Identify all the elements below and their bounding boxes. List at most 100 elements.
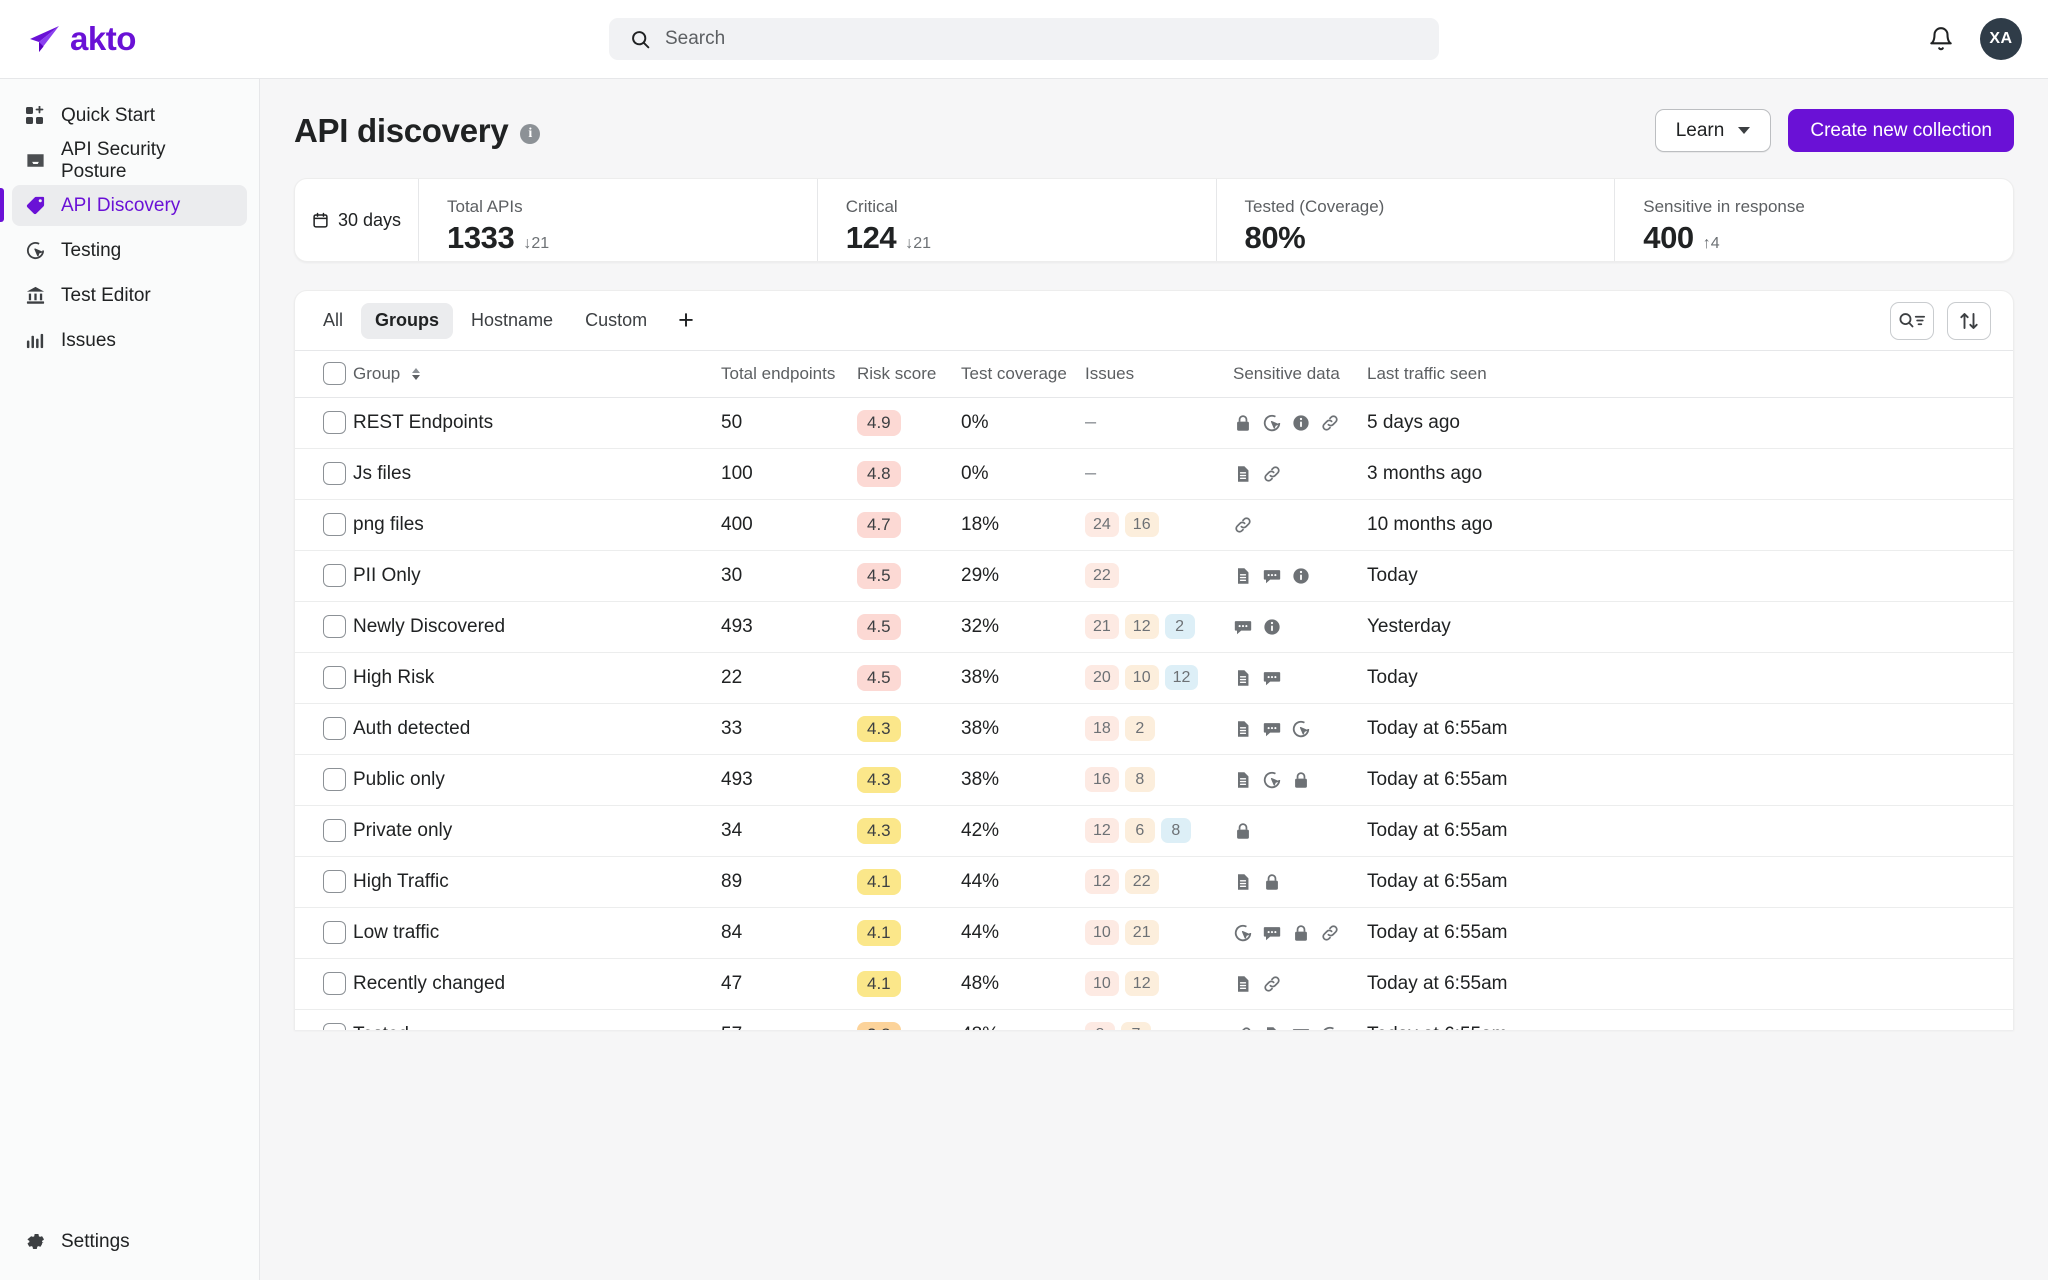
issue-badge[interactable]: 10 (1085, 971, 1119, 996)
info-icon[interactable] (1291, 413, 1311, 433)
document-icon[interactable] (1233, 668, 1253, 688)
comment-icon[interactable] (1291, 1025, 1311, 1030)
target-cursor-icon[interactable] (1262, 413, 1282, 433)
target-cursor-icon[interactable] (1233, 923, 1253, 943)
issue-badge[interactable]: 8 (1085, 1022, 1115, 1030)
comment-icon[interactable] (1262, 719, 1282, 739)
cell-group[interactable]: High Risk (353, 652, 721, 704)
issue-badge[interactable]: 21 (1085, 614, 1119, 639)
cell-group[interactable]: Private only (353, 805, 721, 857)
column-header-test-coverage[interactable]: Test coverage (961, 351, 1085, 398)
create-new-collection-button[interactable]: Create new collection (1788, 109, 2014, 152)
learn-button[interactable]: Learn (1654, 109, 1772, 152)
link-icon[interactable] (1233, 515, 1253, 535)
tab-all[interactable]: All (309, 303, 357, 339)
cell-group[interactable]: Low traffic (353, 907, 721, 959)
row-checkbox[interactable] (323, 717, 346, 740)
comment-icon[interactable] (1262, 566, 1282, 586)
lock-icon[interactable] (1291, 923, 1311, 943)
comment-icon[interactable] (1262, 923, 1282, 943)
cell-group[interactable]: Newly Discovered (353, 601, 721, 653)
table-row[interactable]: png files 400 4.7 18% 24 16 10 months ago (295, 499, 2013, 551)
comment-icon[interactable] (1233, 617, 1253, 637)
document-icon[interactable] (1233, 770, 1253, 790)
issue-badge[interactable]: 10 (1085, 920, 1119, 945)
issue-badge[interactable]: 12 (1085, 869, 1119, 894)
issue-badge[interactable]: 24 (1085, 512, 1119, 537)
info-icon[interactable] (1291, 566, 1311, 586)
row-checkbox[interactable] (323, 513, 346, 536)
lock-icon[interactable] (1262, 872, 1282, 892)
document-icon[interactable] (1233, 566, 1253, 586)
add-tab-button[interactable]: + (665, 307, 707, 334)
target-cursor-icon[interactable] (1291, 719, 1311, 739)
link-icon[interactable] (1233, 1025, 1253, 1030)
row-checkbox[interactable] (323, 921, 346, 944)
issue-badge[interactable]: 12 (1164, 665, 1199, 690)
row-checkbox[interactable] (323, 411, 346, 434)
sidebar-item-test-editor[interactable]: Test Editor (12, 275, 247, 316)
info-icon[interactable] (1262, 617, 1282, 637)
issue-badge[interactable]: 22 (1124, 869, 1159, 894)
sidebar-item-issues[interactable]: Issues (12, 320, 247, 361)
search-filter-button[interactable] (1890, 301, 1934, 340)
column-header-sensitive-data[interactable]: Sensitive data (1233, 351, 1367, 398)
cell-group[interactable]: Public only (353, 754, 721, 806)
link-icon[interactable] (1262, 464, 1282, 484)
issue-badge[interactable]: 8 (1160, 818, 1191, 843)
target-cursor-icon[interactable] (1320, 1025, 1340, 1030)
sidebar-item-api-discovery[interactable]: API Discovery (0, 185, 247, 226)
column-header-issues[interactable]: Issues (1085, 351, 1233, 398)
lock-icon[interactable] (1233, 821, 1253, 841)
document-icon[interactable] (1233, 872, 1253, 892)
search-input[interactable]: Search (609, 18, 1439, 60)
cell-group[interactable]: REST Endpoints (353, 397, 721, 449)
document-icon[interactable] (1233, 719, 1253, 739)
select-all-checkbox[interactable] (323, 362, 346, 386)
table-row[interactable]: Auth detected 33 4.3 38% 18 2 Today at 6:55am (295, 703, 2013, 755)
table-row[interactable]: Tested573.8 48%87 Today at 6:55am (295, 1009, 2013, 1030)
target-cursor-icon[interactable] (1262, 770, 1282, 790)
issue-badge[interactable]: 8 (1124, 767, 1155, 792)
comment-icon[interactable] (1262, 668, 1282, 688)
row-checkbox[interactable] (323, 1023, 346, 1030)
row-checkbox[interactable] (323, 615, 346, 638)
table-row[interactable]: Low traffic 84 4.1 44% 10 21 Today at 6:55am (295, 907, 2013, 959)
table-row[interactable]: Public only 493 4.3 38% 16 8 Today at 6:55am (295, 754, 2013, 806)
row-checkbox[interactable] (323, 768, 346, 791)
issue-badge[interactable]: 12 (1124, 971, 1159, 996)
info-icon[interactable]: i (520, 123, 541, 144)
tab-groups[interactable]: Groups (361, 302, 454, 339)
issue-badge[interactable]: 10 (1124, 665, 1159, 690)
table-row[interactable]: Js files 100 4.8 0% – 3 months ago (295, 448, 2013, 500)
document-icon[interactable] (1262, 1025, 1282, 1030)
cell-group[interactable]: PII Only (353, 550, 721, 602)
column-header-total-endpoints[interactable]: Total endpoints (721, 351, 857, 398)
issue-badge[interactable]: 16 (1085, 767, 1119, 792)
issue-badge[interactable]: 22 (1085, 563, 1119, 588)
column-header-last-traffic-seen[interactable]: Last traffic seen (1367, 351, 2013, 398)
table-row[interactable]: PII Only 30 4.5 29% 22 Today (295, 550, 2013, 602)
row-checkbox[interactable] (323, 462, 346, 485)
table-row[interactable]: High Risk 22 4.5 38% 20 10 12 Today (295, 652, 2013, 704)
link-icon[interactable] (1320, 923, 1340, 943)
document-icon[interactable] (1233, 974, 1253, 994)
row-checkbox[interactable] (323, 870, 346, 893)
cell-group[interactable]: png files (353, 499, 721, 551)
issue-badge[interactable]: 2 (1164, 614, 1195, 639)
sidebar-item-testing[interactable]: Testing (12, 230, 247, 271)
column-header-group[interactable]: Group (353, 351, 721, 398)
issue-badge[interactable]: 6 (1124, 818, 1155, 843)
sidebar-item-quick-start[interactable]: Quick Start (12, 95, 247, 136)
date-range-selector[interactable]: 30 days (295, 179, 419, 261)
issue-badge[interactable]: 21 (1124, 920, 1159, 945)
cell-group[interactable]: Js files (353, 448, 721, 500)
sidebar-item-api-security-posture[interactable]: API Security Posture (12, 139, 247, 182)
bell-icon[interactable] (1928, 26, 1954, 52)
lock-icon[interactable] (1291, 770, 1311, 790)
issue-badge[interactable]: 12 (1124, 614, 1159, 639)
issue-badge[interactable]: 20 (1085, 665, 1119, 690)
cell-group[interactable]: Auth detected (353, 703, 721, 755)
issue-badge[interactable]: 12 (1085, 818, 1119, 843)
link-icon[interactable] (1262, 974, 1282, 994)
